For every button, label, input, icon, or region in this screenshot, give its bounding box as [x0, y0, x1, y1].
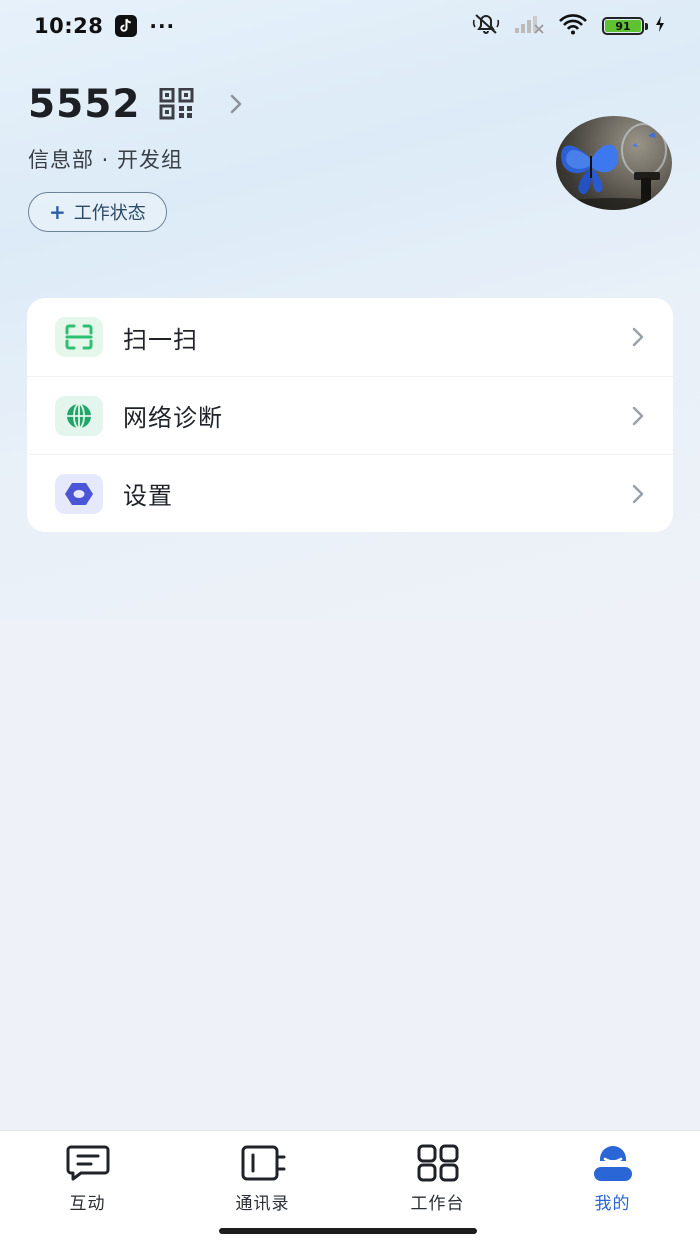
work-status-label: 工作状态 — [73, 203, 146, 224]
menu-item-label: 设置 — [123, 482, 173, 510]
tab-label: 我的 — [594, 1194, 631, 1214]
user-row: 5552 — [28, 78, 678, 130]
chevron-right-icon[interactable] — [229, 93, 243, 115]
battery-level: 91 — [615, 19, 631, 33]
chevron-right-icon — [631, 483, 645, 505]
battery-icon: 91 — [602, 17, 648, 35]
status-time: 10:28 — [34, 14, 104, 38]
battery-body: 91 — [602, 17, 644, 35]
tab-label: 通讯录 — [235, 1194, 290, 1214]
user-name: 5552 — [28, 81, 141, 127]
tab-mine[interactable]: 我的 — [525, 1131, 700, 1244]
signal-icon — [514, 14, 544, 38]
butterfly-icon — [561, 144, 619, 195]
status-right: 91 — [472, 12, 666, 40]
menu-item-label: 网络诊断 — [123, 404, 223, 432]
status-left: 10:28 ··· — [34, 14, 175, 38]
menu-item-settings[interactable]: 设置 — [27, 454, 673, 532]
tiktok-icon — [115, 15, 138, 37]
home-indicator[interactable] — [219, 1228, 477, 1234]
tab-label: 互动 — [69, 1194, 106, 1214]
bottom-tab-bar: 互动 通讯录 工作台 我的 — [0, 1130, 700, 1244]
globe-icon — [55, 395, 103, 436]
scan-icon — [55, 317, 103, 357]
apps-grid-icon — [416, 1143, 460, 1183]
menu-item-label: 扫一扫 — [123, 325, 198, 354]
plus-icon: + — [49, 200, 66, 224]
tab-label: 工作台 — [410, 1194, 465, 1214]
chevron-right-icon — [631, 326, 645, 348]
avatar[interactable] — [556, 116, 672, 210]
status-bar: 10:28 ··· 91 — [0, 0, 700, 52]
menu-card: 扫一扫 网络诊断 设置 — [27, 298, 673, 532]
tab-interaction[interactable]: 互动 — [0, 1131, 175, 1244]
bell-off-icon — [472, 12, 500, 40]
wifi-icon — [558, 13, 588, 39]
chevron-right-icon — [631, 405, 645, 427]
contacts-icon — [240, 1143, 286, 1183]
charging-icon — [654, 15, 666, 37]
work-status-button[interactable]: + 工作状态 — [28, 192, 167, 232]
qr-code-icon[interactable] — [159, 88, 195, 120]
more-notifications-icon: ··· — [149, 14, 176, 38]
battery-tip — [645, 22, 648, 30]
menu-item-scan[interactable]: 扫一扫 — [27, 298, 673, 376]
profile-icon — [590, 1143, 636, 1183]
settings-icon — [55, 473, 103, 514]
chat-icon — [65, 1143, 111, 1183]
battery-fill: 91 — [605, 19, 641, 33]
menu-item-network-diagnosis[interactable]: 网络诊断 — [27, 376, 673, 454]
